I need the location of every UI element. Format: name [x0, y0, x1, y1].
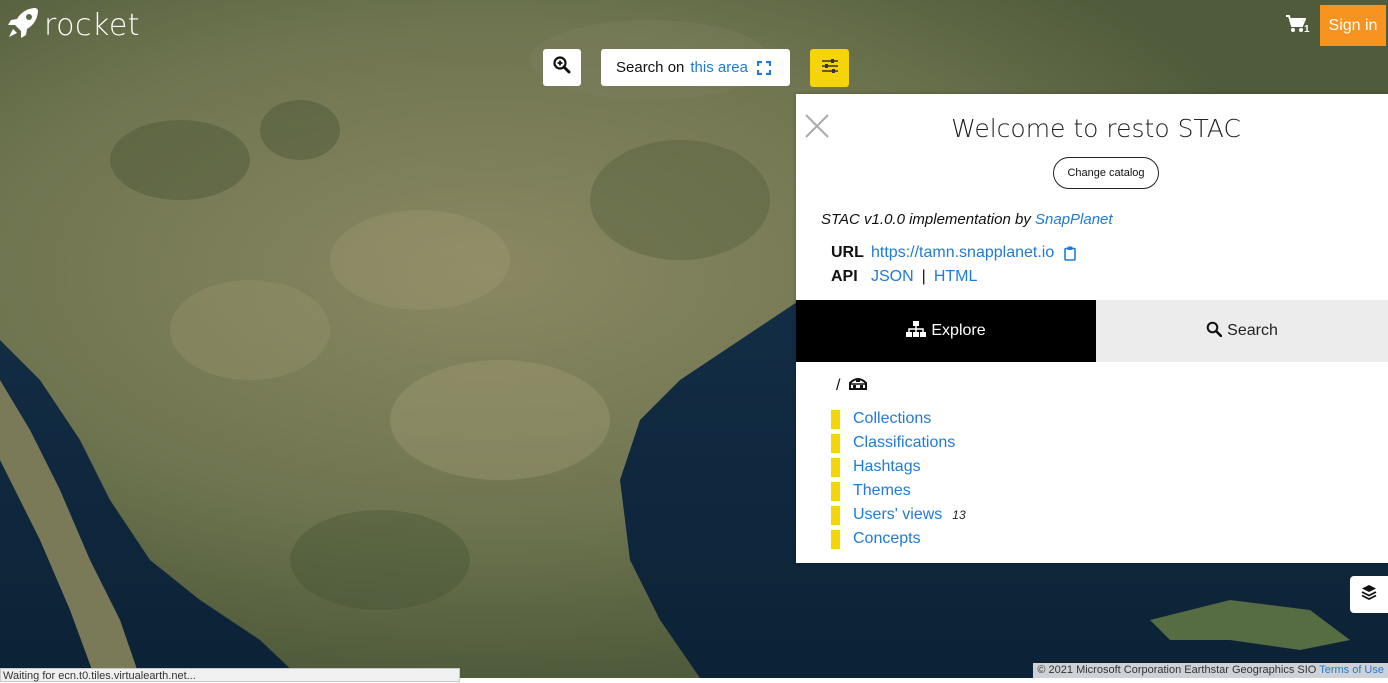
zoom-to-area-button[interactable] — [543, 49, 581, 86]
list-item-label[interactable]: Concepts — [853, 530, 921, 548]
cart-icon — [1286, 15, 1307, 37]
filters-button[interactable] — [810, 49, 849, 87]
tab-explore-label: Explore — [931, 322, 986, 339]
breadcrumb-root[interactable]: / — [836, 377, 840, 395]
list-item-label[interactable]: Classifications — [853, 434, 955, 452]
api-json-link[interactable]: JSON — [871, 268, 914, 286]
terms-of-use-link[interactable]: Terms of Use — [1319, 664, 1384, 676]
cart-count: 1 — [1304, 24, 1310, 35]
tab-search-label: Search — [1227, 322, 1278, 339]
sliders-icon — [821, 58, 839, 79]
list-item-marker — [831, 529, 840, 549]
list-item[interactable]: Themes — [831, 479, 966, 503]
browser-status-bar: Waiting for ecn.t0.tiles.virtualearth.ne… — [0, 668, 460, 682]
url-row: URL https://tamn.snapplanet.io — [831, 244, 1077, 262]
api-label: API — [831, 268, 858, 285]
tab-explore[interactable]: Explore — [796, 300, 1096, 362]
zoom-in-icon — [553, 56, 571, 79]
implementation-line: STAC v1.0.0 implementation by SnapPlanet — [821, 211, 1113, 228]
api-row: API JSON | HTML — [831, 268, 977, 286]
tab-search[interactable]: Search — [1096, 300, 1388, 362]
api-html-link[interactable]: HTML — [934, 268, 978, 286]
expand-icon[interactable] — [756, 60, 771, 75]
cart-button[interactable]: 1 — [1286, 15, 1310, 38]
list-item-marker — [831, 433, 840, 453]
list-item-label[interactable]: Themes — [853, 482, 911, 500]
list-item-marker — [831, 457, 840, 477]
search-on-label: Search on — [616, 59, 685, 76]
list-item[interactable]: Classifications — [831, 431, 966, 455]
sitemap-icon — [906, 320, 927, 342]
this-area-link[interactable]: this area — [690, 59, 748, 76]
list-item-marker — [831, 481, 840, 501]
search-this-area-control[interactable]: Search on this area — [601, 49, 790, 86]
list-item-label[interactable]: Hashtags — [853, 458, 921, 476]
search-icon — [1206, 321, 1223, 342]
list-item[interactable]: Concepts — [831, 527, 966, 551]
change-catalog-button[interactable]: Change catalog — [1053, 157, 1159, 189]
catalog-list: Collections Classifications Hashtags The… — [831, 407, 966, 551]
map-attribution: © 2021 Microsoft Corporation Earthstar G… — [1033, 663, 1388, 678]
app-logo[interactable]: rocket — [6, 6, 140, 45]
snapplanet-link[interactable]: SnapPlanet — [1035, 211, 1113, 228]
list-item[interactable]: Collections — [831, 407, 966, 431]
app-name: rocket — [44, 7, 141, 43]
catalog-panel: Welcome to resto STAC Change catalog STA… — [796, 94, 1388, 563]
catalog-url-link[interactable]: https://tamn.snapplanet.io — [871, 244, 1054, 262]
sign-in-button[interactable]: Sign in — [1320, 5, 1386, 46]
api-separator: | — [921, 268, 926, 285]
catalog-icon[interactable] — [848, 375, 868, 396]
breadcrumb: / — [836, 375, 868, 396]
rocket-icon — [6, 6, 40, 45]
layers-icon — [1361, 584, 1377, 605]
list-item[interactable]: Hashtags — [831, 455, 966, 479]
list-item-marker — [831, 505, 840, 525]
list-item[interactable]: Users' views 13 — [831, 503, 966, 527]
list-item-count: 13 — [952, 508, 966, 522]
implementation-text: STAC v1.0.0 implementation by — [821, 211, 1031, 228]
panel-title: Welcome to resto STAC — [951, 114, 1241, 143]
layers-button[interactable] — [1350, 576, 1388, 613]
list-item-label[interactable]: Collections — [853, 410, 931, 428]
url-label: URL — [831, 244, 864, 261]
attribution-text: © 2021 Microsoft Corporation Earthstar G… — [1037, 664, 1317, 676]
list-item-marker — [831, 409, 840, 429]
list-item-label[interactable]: Users' views — [853, 506, 942, 524]
clipboard-icon[interactable] — [1064, 246, 1077, 261]
